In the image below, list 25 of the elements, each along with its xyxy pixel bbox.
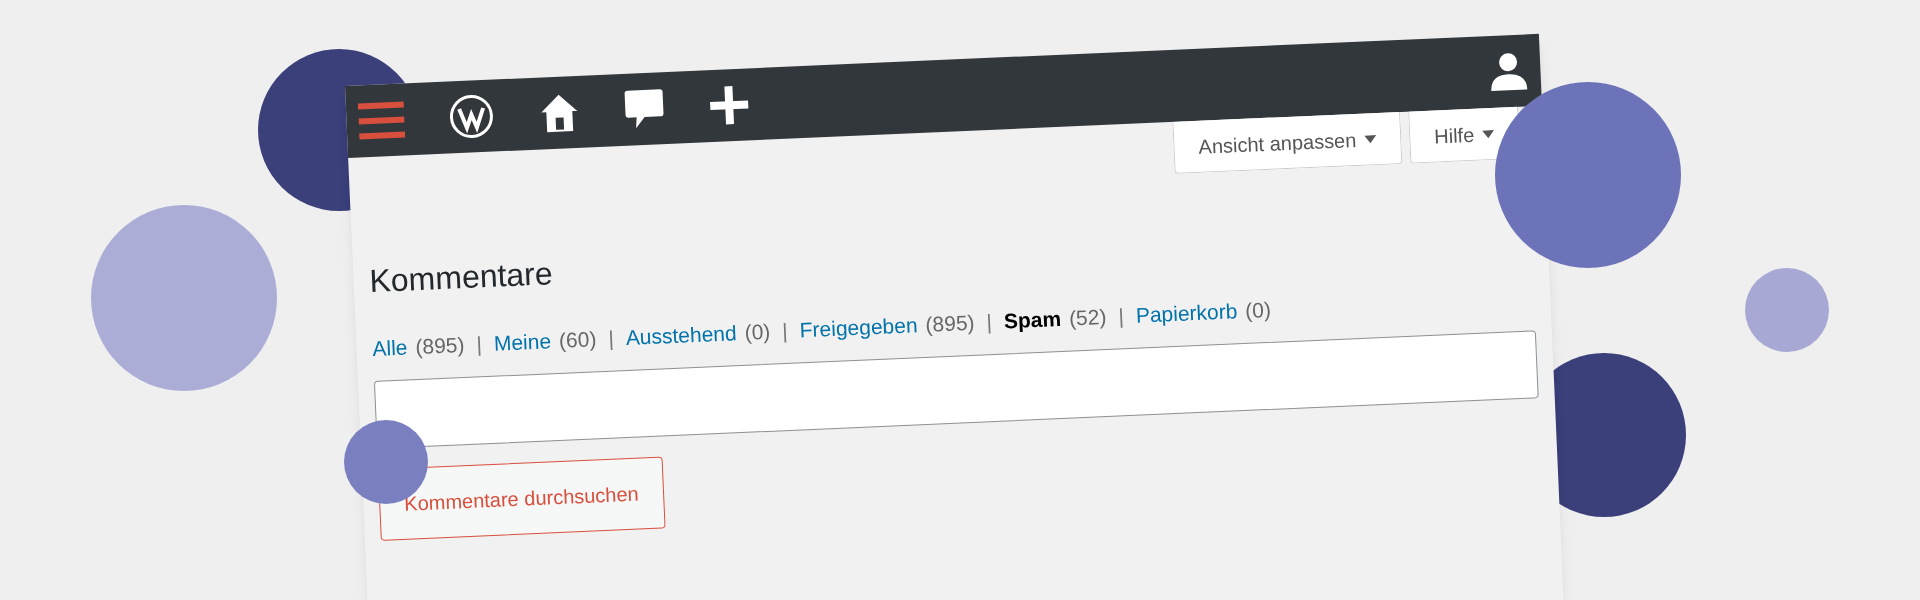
- caret-icon: [1482, 129, 1495, 138]
- filter-count: (895): [924, 309, 976, 338]
- page-title: Kommentare: [368, 254, 555, 302]
- filter-link[interactable]: Ausstehend: [625, 317, 738, 354]
- filter-link[interactable]: Alle: [371, 331, 409, 365]
- menu-icon[interactable]: [357, 99, 406, 142]
- logo-icon[interactable]: [447, 92, 496, 141]
- filter-count: (0): [1244, 296, 1272, 324]
- filter-count: (60): [558, 326, 598, 354]
- filter-link[interactable]: Spam: [1003, 303, 1062, 337]
- search-button[interactable]: Kommentare durchsuchen: [377, 456, 666, 541]
- filter-count: (895): [414, 332, 466, 361]
- filter-link[interactable]: Freigegeben: [799, 309, 919, 346]
- separator: |: [1117, 303, 1125, 330]
- screen-options-button[interactable]: Ansicht anpassen: [1172, 112, 1403, 174]
- filter-count: (0): [743, 318, 771, 346]
- separator: |: [475, 331, 483, 358]
- filter-link[interactable]: Papierkorb: [1135, 295, 1238, 332]
- comment-icon[interactable]: [623, 87, 666, 131]
- separator: |: [985, 309, 993, 336]
- separator: |: [781, 317, 789, 345]
- filter-count: (52): [1068, 304, 1108, 332]
- caret-icon: [1364, 134, 1377, 144]
- separator: |: [607, 325, 615, 352]
- filter-link[interactable]: Meine: [493, 325, 552, 360]
